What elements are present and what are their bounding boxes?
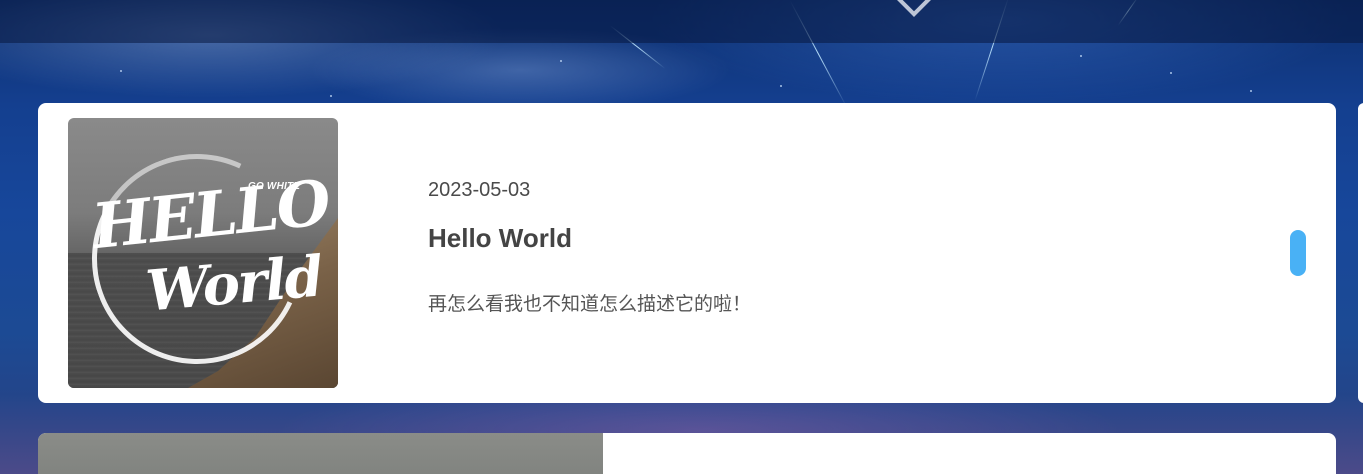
top-banner-bar — [0, 0, 1363, 43]
post-cover-image-next[interactable] — [38, 433, 603, 474]
post-date: 2023-05-03 — [428, 179, 531, 201]
post-cover-image[interactable]: GO WHITE HELLO World — [68, 118, 338, 388]
background-star — [330, 95, 332, 97]
side-card-edge — [1358, 103, 1363, 403]
background-star — [560, 60, 562, 62]
post-card-next[interactable] — [38, 433, 1336, 474]
scroll-down-chevron-icon[interactable] — [897, 0, 931, 17]
background-star — [120, 70, 122, 72]
background-star — [780, 85, 782, 87]
background-star — [1170, 72, 1172, 74]
background-star — [1250, 90, 1252, 92]
background-star — [1080, 55, 1082, 57]
post-excerpt: 再怎么看我也不知道怎么描述它的啦！ — [428, 294, 752, 315]
card-scroll-indicator[interactable] — [1290, 230, 1306, 276]
post-card[interactable]: GO WHITE HELLO World 2023-05-03 Hello Wo… — [38, 103, 1336, 403]
cover-title-line2: World — [143, 243, 325, 325]
post-title-link[interactable]: Hello World — [428, 223, 572, 254]
